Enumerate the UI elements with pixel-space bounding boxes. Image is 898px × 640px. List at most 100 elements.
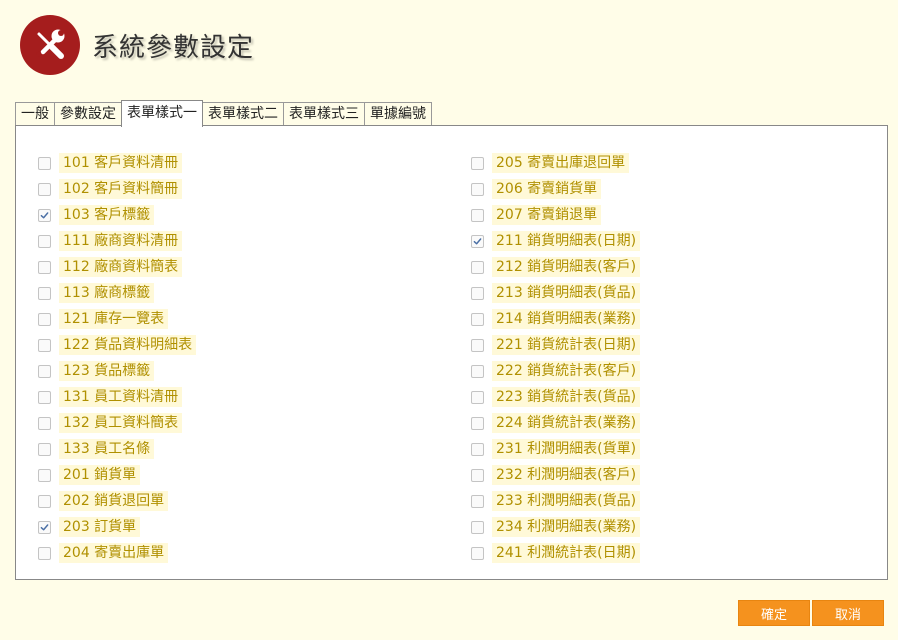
report-item[interactable]: 133 員工名條 — [38, 436, 196, 462]
report-checkbox[interactable] — [38, 338, 51, 352]
report-label: 207 寄賣銷退單 — [492, 205, 602, 225]
report-item[interactable]: 207 寄賣銷退單 — [471, 202, 640, 228]
report-label: 224 銷貨統計表(業務) — [492, 413, 641, 433]
report-label: 111 廠商資料清冊 — [59, 231, 183, 251]
report-checkbox[interactable] — [471, 286, 484, 300]
report-label: 201 銷貨單 — [59, 465, 141, 485]
report-checkbox[interactable] — [471, 390, 484, 404]
report-checkbox[interactable] — [471, 338, 484, 352]
report-checkbox[interactable] — [471, 546, 484, 560]
report-item[interactable]: 234 利潤明細表(業務) — [471, 514, 641, 540]
app-header: 系統參數設定 — [20, 15, 254, 75]
report-item[interactable]: 201 銷貨單 — [38, 462, 196, 488]
report-checkbox[interactable] — [38, 520, 51, 534]
report-item[interactable]: 205 寄賣出庫退回單 — [471, 150, 640, 176]
report-item[interactable]: 101 客戶資料清冊 — [38, 150, 196, 176]
report-item[interactable]: 122 貨品資料明細表 — [38, 332, 197, 358]
checkmark-icon — [40, 523, 49, 530]
report-item[interactable]: 204 寄賣出庫單 — [38, 540, 196, 566]
report-label: 205 寄賣出庫退回單 — [492, 153, 630, 173]
report-item[interactable]: 113 廠商標籤 — [38, 280, 196, 306]
report-list-right: 205 寄賣出庫退回單 206 寄賣銷貨單 207 寄賣銷退單 211 銷貨明細表(日… — [471, 150, 641, 566]
report-checkbox[interactable] — [38, 442, 51, 456]
cancel-button[interactable]: 取消 — [812, 600, 884, 626]
report-checkbox[interactable] — [471, 520, 484, 534]
report-item[interactable]: 123 貨品標籤 — [38, 358, 196, 384]
report-label: 101 客戶資料清冊 — [59, 153, 183, 173]
report-item[interactable]: 223 銷貨統計表(貨品) — [471, 384, 641, 410]
report-checkbox[interactable] — [471, 364, 484, 378]
report-checkbox[interactable] — [471, 416, 484, 430]
report-label: 234 利潤明細表(業務) — [492, 517, 641, 537]
report-checkbox[interactable] — [38, 208, 51, 222]
checkmark-icon — [40, 211, 49, 218]
report-item[interactable]: 103 客戶標籤 — [38, 202, 196, 228]
report-label: 112 廠商資料簡表 — [59, 257, 183, 277]
report-item[interactable]: 102 客戶資料簡冊 — [38, 176, 196, 202]
tools-icon — [20, 15, 80, 75]
report-label: 231 利潤明細表(貨單) — [492, 439, 641, 459]
report-checkbox[interactable] — [471, 494, 484, 508]
report-label: 123 貨品標籤 — [59, 361, 155, 381]
tab-2[interactable]: 表單樣式一 — [121, 100, 203, 127]
report-checkbox[interactable] — [471, 234, 484, 248]
report-label: 121 庫存一覽表 — [59, 309, 169, 329]
report-checkbox[interactable] — [38, 156, 51, 170]
report-item[interactable]: 222 銷貨統計表(客戶) — [471, 358, 641, 384]
report-label: 133 員工名條 — [59, 439, 155, 459]
tab-1[interactable]: 參數設定 — [54, 102, 122, 126]
report-item[interactable]: 211 銷貨明細表(日期) — [471, 228, 641, 254]
report-checkbox[interactable] — [38, 416, 51, 430]
tab-0[interactable]: 一般 — [15, 102, 55, 126]
report-checkbox[interactable] — [471, 182, 484, 196]
report-label: 103 客戶標籤 — [59, 205, 155, 225]
report-label: 241 利潤統計表(日期) — [492, 543, 641, 563]
report-item[interactable]: 121 庫存一覽表 — [38, 306, 196, 332]
report-item[interactable]: 224 銷貨統計表(業務) — [471, 410, 641, 436]
report-checkbox[interactable] — [38, 312, 51, 326]
report-checkbox[interactable] — [471, 156, 484, 170]
report-checkbox[interactable] — [38, 364, 51, 378]
report-checkbox[interactable] — [471, 260, 484, 274]
report-item[interactable]: 111 廠商資料清冊 — [38, 228, 196, 254]
report-item[interactable]: 241 利潤統計表(日期) — [471, 540, 641, 566]
report-checkbox[interactable] — [38, 390, 51, 404]
report-label: 204 寄賣出庫單 — [59, 543, 169, 563]
report-label: 223 銷貨統計表(貨品) — [492, 387, 641, 407]
report-label: 113 廠商標籤 — [59, 283, 155, 303]
report-checkbox[interactable] — [471, 442, 484, 456]
tab-4[interactable]: 表單樣式三 — [283, 102, 365, 126]
report-checkbox[interactable] — [38, 286, 51, 300]
report-checkbox[interactable] — [38, 234, 51, 248]
report-item[interactable]: 132 員工資料簡表 — [38, 410, 196, 436]
report-item[interactable]: 221 銷貨統計表(日期) — [471, 332, 641, 358]
report-checkbox[interactable] — [38, 260, 51, 274]
report-label: 222 銷貨統計表(客戶) — [492, 361, 641, 381]
report-checkbox[interactable] — [471, 468, 484, 482]
report-checkbox[interactable] — [38, 468, 51, 482]
tab-panel-form-style-1: 101 客戶資料清冊 102 客戶資料簡冊 103 客戶標籤 111 廠商資料清冊 11… — [15, 125, 888, 580]
report-item[interactable]: 131 員工資料清冊 — [38, 384, 196, 410]
report-item[interactable]: 233 利潤明細表(貨品) — [471, 488, 641, 514]
report-item[interactable]: 212 銷貨明細表(客戶) — [471, 254, 641, 280]
report-checkbox[interactable] — [38, 182, 51, 196]
confirm-button[interactable]: 確定 — [738, 600, 810, 626]
tab-5[interactable]: 單據編號 — [364, 102, 432, 126]
report-item[interactable]: 232 利潤明細表(客戶) — [471, 462, 641, 488]
report-label: 132 員工資料簡表 — [59, 413, 183, 433]
report-label: 232 利潤明細表(客戶) — [492, 465, 641, 485]
report-checkbox[interactable] — [38, 494, 51, 508]
report-item[interactable]: 112 廠商資料簡表 — [38, 254, 196, 280]
report-item[interactable]: 206 寄賣銷貨單 — [471, 176, 640, 202]
report-item[interactable]: 213 銷貨明細表(貨品) — [471, 280, 641, 306]
report-checkbox[interactable] — [471, 208, 484, 222]
report-item[interactable]: 231 利潤明細表(貨單) — [471, 436, 641, 462]
report-item[interactable]: 202 銷貨退回單 — [38, 488, 196, 514]
report-checkbox[interactable] — [471, 312, 484, 326]
report-item[interactable]: 203 訂貨單 — [38, 514, 196, 540]
report-item[interactable]: 214 銷貨明細表(業務) — [471, 306, 641, 332]
report-label: 211 銷貨明細表(日期) — [492, 231, 641, 251]
report-checkbox[interactable] — [38, 546, 51, 560]
report-label: 233 利潤明細表(貨品) — [492, 491, 641, 511]
tab-3[interactable]: 表單樣式二 — [202, 102, 284, 126]
